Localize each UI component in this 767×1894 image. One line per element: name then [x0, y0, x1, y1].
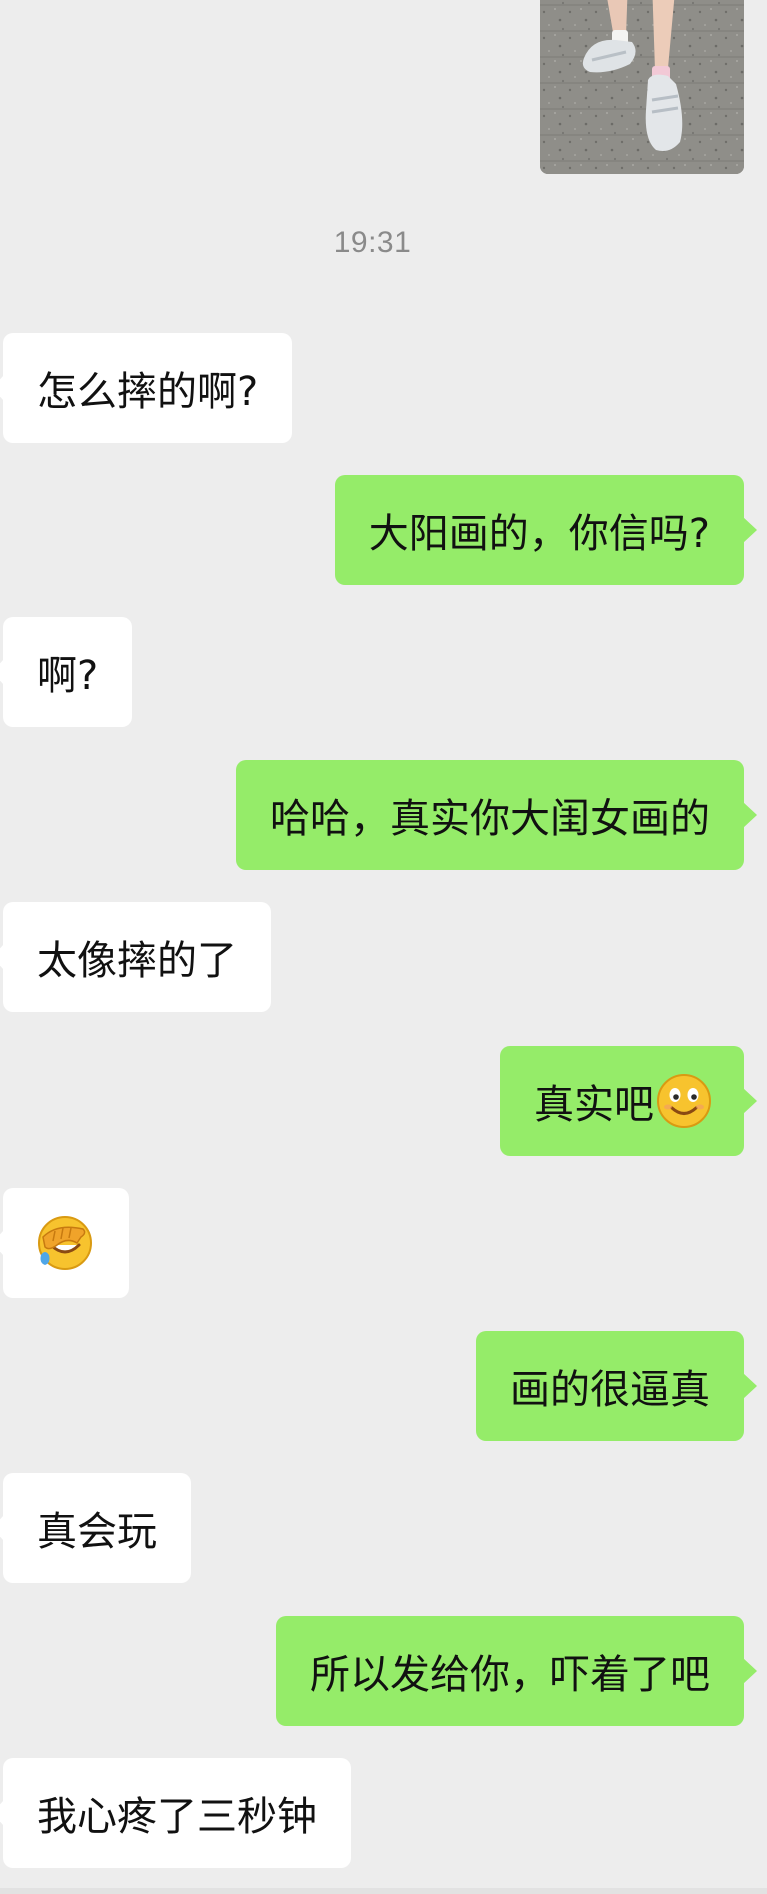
incoming-message-bubble[interactable]: 怎么摔的啊?	[0, 333, 293, 443]
incoming-message-bubble[interactable]: 我心疼了三秒钟	[0, 1758, 351, 1868]
message-text: 真实吧	[534, 1082, 654, 1128]
message-text: 怎么摔的啊?	[37, 369, 259, 415]
outgoing-message-bubble[interactable]: 哈哈，真实你大闺女画的	[236, 760, 757, 870]
bottom-divider	[0, 1888, 767, 1894]
message-text: 画的很逼真	[510, 1367, 710, 1413]
outgoing-message-bubble[interactable]: 真实吧	[500, 1046, 757, 1156]
incoming-message-bubble[interactable]	[0, 1188, 129, 1298]
message-text: 大阳画的，你信吗?	[368, 511, 710, 557]
incoming-message-bubble[interactable]: 啊?	[0, 617, 133, 727]
outgoing-message-bubble[interactable]: 画的很逼真	[476, 1331, 757, 1441]
message-text: 太像摔的了	[37, 938, 237, 984]
message-timestamp: 19:31	[333, 226, 412, 259]
smile-emoji-icon	[656, 1073, 712, 1129]
message-text: 啊?	[37, 653, 99, 699]
chat-conversation[interactable]: 19:31 怎么摔的啊? 大阳画的，你信吗? 啊? 哈哈，真实你大闺女画的 太像…	[0, 0, 767, 1894]
message-text: 哈哈，真实你大闺女画的	[270, 796, 710, 842]
photo-message[interactable]	[540, 0, 744, 174]
outgoing-message-bubble[interactable]: 大阳画的，你信吗?	[334, 475, 758, 585]
photo-thumbnail	[540, 0, 744, 174]
incoming-message-bubble[interactable]: 太像摔的了	[0, 902, 271, 1012]
incoming-message-bubble[interactable]: 真会玩	[0, 1473, 191, 1583]
message-text: 真会玩	[37, 1509, 157, 1555]
facepalm-emoji-icon	[37, 1215, 93, 1271]
outgoing-message-bubble[interactable]: 所以发给你，吓着了吧	[276, 1616, 757, 1726]
message-text: 我心疼了三秒钟	[37, 1794, 317, 1840]
message-text: 所以发给你，吓着了吧	[310, 1652, 710, 1698]
